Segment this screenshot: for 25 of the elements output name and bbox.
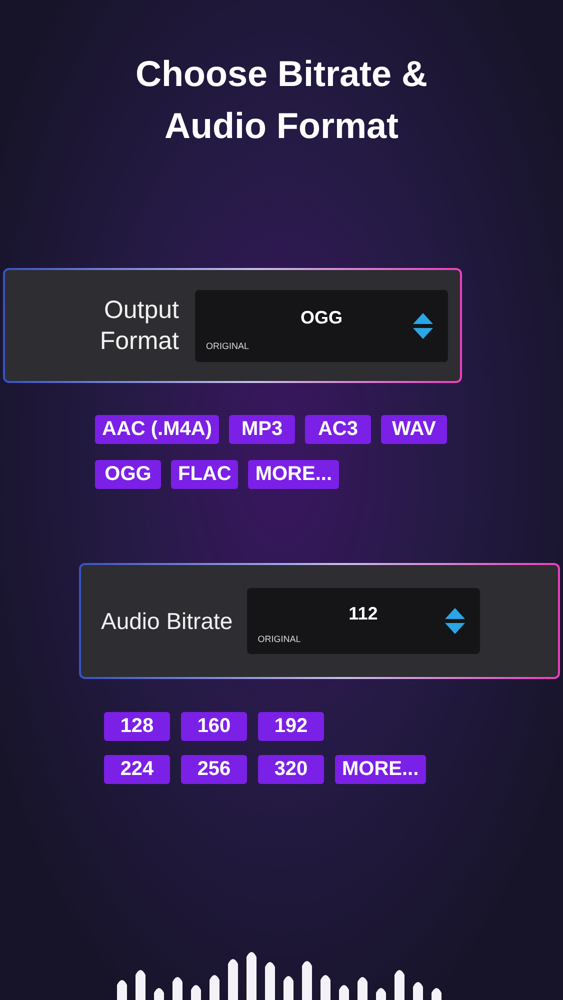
option-chip[interactable]: FLAC (171, 460, 238, 489)
option-chip[interactable]: AAC (.M4A) (95, 415, 219, 444)
option-chip[interactable]: 192 (258, 712, 324, 741)
selected-value: 112 (348, 602, 378, 626)
dropdown-field[interactable]: OGG ORIGINAL (195, 290, 448, 362)
option-chip[interactable]: 320 (258, 755, 324, 784)
option-chip[interactable]: 224 (104, 755, 170, 784)
selector-label: Output Format (98, 294, 179, 356)
dropdown-caption: ORIGINAL (258, 632, 301, 646)
option-chip[interactable]: 160 (181, 712, 247, 741)
dropdown-field[interactable]: 112 ORIGINAL (246, 588, 480, 654)
selected-value: OGG (300, 306, 342, 330)
option-chip[interactable]: MORE... (248, 460, 339, 489)
page-title: Choose Bitrate & Audio Format (134, 52, 429, 148)
spinner-icon (412, 312, 434, 340)
option-chip[interactable]: MP3 (229, 415, 295, 444)
option-chip[interactable]: 256 (181, 755, 247, 784)
option-chip[interactable]: WAV (381, 415, 447, 444)
option-chip[interactable]: MORE... (335, 755, 426, 784)
option-chip[interactable]: 128 (104, 712, 170, 741)
spinner-icon (444, 607, 466, 635)
dropdown-caption: ORIGINAL (206, 340, 250, 353)
selector-label: Audio Bitrate (101, 607, 233, 636)
option-chip[interactable]: AC3 (305, 415, 371, 444)
option-chip[interactable]: OGG (95, 460, 161, 489)
